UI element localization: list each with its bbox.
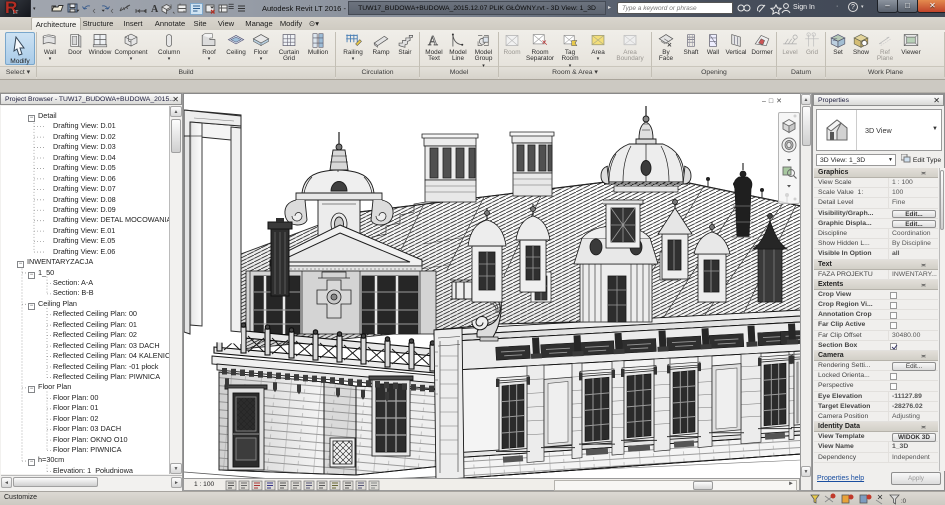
- svg-text:A: A: [428, 33, 438, 48]
- svg-text::0: :0: [901, 499, 907, 505]
- svg-text:A: A: [151, 4, 159, 15]
